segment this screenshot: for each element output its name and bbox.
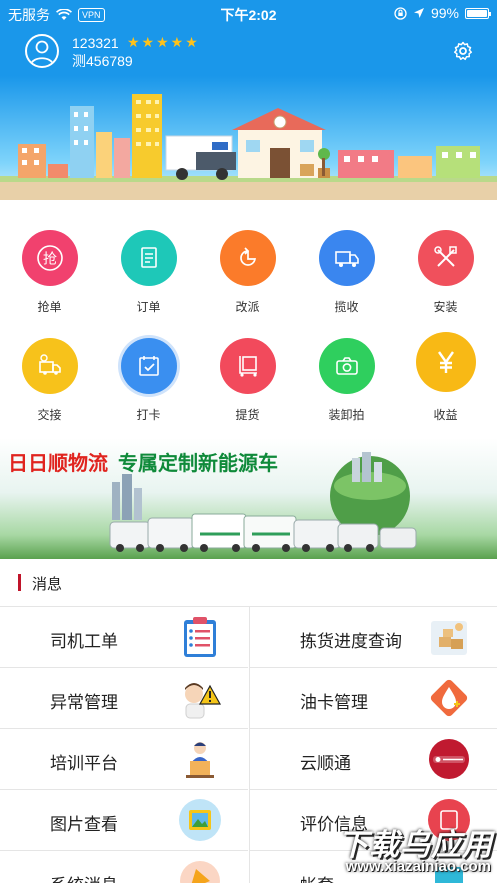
- grid-label: 抢单: [37, 300, 62, 314]
- ad-banner[interactable]: 日日顺物流 专属定制新能源车: [0, 438, 497, 559]
- grid-icon-circle: [318, 338, 375, 394]
- system-message-icon: [180, 861, 220, 883]
- list-item-yunshuntong[interactable]: 云顺通: [249, 729, 497, 790]
- grid-icon-circle: [219, 338, 276, 394]
- camera-icon: [335, 357, 358, 375]
- list-item-fuel-card[interactable]: 油卡管理: [249, 668, 497, 729]
- app-header: 无服务 VPN 下午2:02 99% 123321 ★★★★★ 测456789: [0, 0, 497, 76]
- grid-icon-circle: 抢: [21, 230, 78, 286]
- grid-icon-circle: [318, 230, 375, 286]
- avatar[interactable]: [25, 34, 59, 68]
- grid-label: 装卸拍: [328, 408, 365, 422]
- list-item-training-platform[interactable]: 培训平台: [0, 729, 248, 790]
- watermark-url: www.xiazainiao.com: [345, 858, 491, 875]
- grid-item-order[interactable]: 订单: [99, 230, 198, 315]
- user-bar: 123321 ★★★★★ 测456789: [0, 30, 497, 74]
- message-section-header: 消息: [0, 559, 497, 607]
- grid-item-checkin[interactable]: 打卡: [99, 338, 198, 423]
- site-watermark: 下载乌应用 www.xiazainiao.com: [303, 820, 493, 882]
- list-item-image-view[interactable]: 图片查看: [0, 790, 248, 851]
- grid-label: 揽收: [334, 300, 359, 314]
- grid-item-collect[interactable]: 揽收: [297, 230, 396, 315]
- handover-truck-icon: [38, 354, 61, 375]
- driver-worksheet-icon: [184, 617, 216, 657]
- list-item-driver-worksheet[interactable]: 司机工单: [0, 607, 248, 668]
- training-platform-icon: [186, 742, 214, 778]
- checkin-calendar-icon: [138, 356, 159, 376]
- user-avatar-icon: [30, 40, 54, 66]
- fuel-card-icon: [430, 679, 468, 717]
- svg-text:抢: 抢: [43, 251, 57, 268]
- list-item-picking-progress[interactable]: 拣货进度查询: [249, 607, 497, 668]
- grid-label: 收益: [433, 408, 458, 422]
- list-item-label: 云顺通: [300, 754, 351, 773]
- grid-item-install[interactable]: 安装: [396, 230, 495, 315]
- list-item-label: 图片查看: [50, 815, 118, 834]
- grid-item-pickup[interactable]: 提货: [198, 338, 297, 423]
- section-accent-bar: [18, 574, 21, 591]
- grid-label: 交接: [37, 408, 62, 422]
- order-document-icon: [140, 247, 157, 268]
- city-banner[interactable]: [0, 76, 497, 200]
- grid-item-handover[interactable]: 交接: [0, 338, 99, 423]
- grid-icon-circle: [120, 230, 177, 286]
- grid-item-loading-photo[interactable]: 装卸拍: [297, 338, 396, 423]
- exception-warning-icon: [185, 683, 222, 719]
- rating-stars: ★★★★★: [127, 34, 200, 50]
- grid-icon-circle: [415, 332, 476, 392]
- grid-icon-circle: [219, 230, 276, 286]
- user-id: 123321: [72, 35, 119, 51]
- orientation-lock-icon: [394, 6, 407, 20]
- picking-progress-icon: [431, 621, 467, 655]
- list-item-label: 系统消息: [50, 871, 118, 883]
- battery-percent: 99%: [430, 5, 459, 21]
- battery-icon: [465, 7, 491, 19]
- grid-item-reassign[interactable]: 改派: [198, 230, 297, 315]
- yunshuntong-logo-icon: [429, 739, 469, 779]
- status-bar: 无服务 VPN 下午2:02 99%: [0, 0, 497, 26]
- user-name: 测456789: [72, 53, 133, 69]
- grid-item-income[interactable]: 收益: [396, 332, 495, 423]
- image-view-icon: [179, 799, 221, 841]
- grid-label: 改派: [235, 300, 260, 314]
- grid-icon-circle: [417, 230, 474, 286]
- grid-label: 打卡: [136, 408, 161, 422]
- list-item-label: 拣货进度查询: [300, 632, 402, 651]
- list-item-label: 司机工单: [50, 632, 118, 651]
- truck-icon: [334, 251, 359, 267]
- reassign-icon: [239, 247, 256, 266]
- settings-gear-icon[interactable]: [453, 41, 473, 61]
- list-item-system-message[interactable]: 系统消息: [0, 851, 248, 883]
- list-item-label: 培训平台: [50, 754, 118, 773]
- pickup-cart-icon: [238, 356, 257, 377]
- list-item-label: 异常管理: [50, 693, 118, 712]
- battery-fill: [467, 9, 487, 17]
- status-right: 99%: [394, 5, 491, 21]
- grid-icon-circle: [120, 338, 177, 394]
- ad-vehicles-illustration: [109, 452, 417, 552]
- grid-icon-circle: [21, 338, 78, 394]
- grid-label: 订单: [136, 300, 161, 314]
- tools-icon: [433, 246, 457, 267]
- city-illustration: [0, 94, 497, 200]
- yen-icon: [437, 351, 454, 373]
- section-title: 消息: [32, 576, 63, 593]
- grab-order-icon: 抢: [36, 245, 63, 271]
- grid-label: 提货: [235, 408, 260, 422]
- grid-item-grab-order[interactable]: 抢 抢单: [0, 230, 99, 315]
- list-item-exception-management[interactable]: 异常管理: [0, 668, 248, 729]
- grid-label: 安装: [433, 300, 458, 314]
- location-arrow-icon: [413, 8, 424, 18]
- list-item-label: 油卡管理: [300, 693, 368, 712]
